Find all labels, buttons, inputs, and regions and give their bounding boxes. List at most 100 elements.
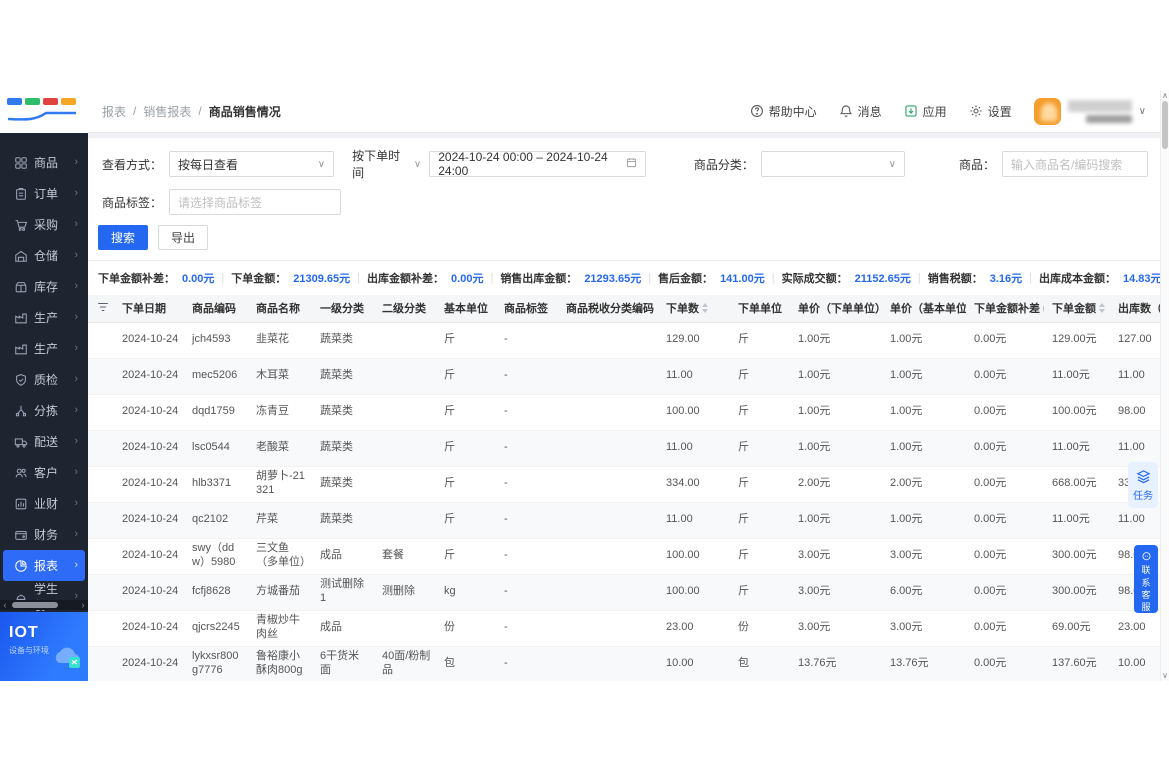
cell-cat1: 蔬菜类	[312, 502, 374, 539]
scroll-up-icon[interactable]: ∧	[1161, 91, 1169, 100]
table-row[interactable]: 2024-10-24 swy（ddw）5980 三文鱼（多单位） 成品 套餐斤 -100.…	[88, 538, 1160, 575]
column-label: 二级分类	[382, 303, 426, 316]
tag-select[interactable]: 请选择商品标签	[169, 189, 341, 215]
table-row[interactable]: 2024-10-24 mec5206 木耳菜 蔬菜类斤 -11.00 斤 1.00元 1.00…	[88, 358, 1160, 395]
chevron-right-icon: ›	[74, 435, 78, 447]
col-header-order_unit[interactable]: 下单单位	[730, 295, 790, 323]
sidebar-menu: 商品 › 订单 › 采购 › 仓储 › 库存 › 生产 › 生产 › 质检 › 分拣 › 配送 › 客户 › 业财 › 财务 › 报…	[0, 133, 88, 612]
help-center-button[interactable]: 帮助中心	[750, 103, 817, 120]
sidebar-item-report[interactable]: 报表 ›	[3, 550, 85, 581]
search-button[interactable]: 搜索	[98, 225, 149, 250]
chevron-right-icon: ›	[74, 280, 78, 292]
column-label: 出库数（下单单位）	[1118, 303, 1160, 316]
sidebar-item-label: 商品	[34, 156, 59, 170]
sidebar-item-bizfinance[interactable]: 业财 ›	[3, 488, 85, 519]
sidebar-item-customer[interactable]: 客户 ›	[3, 457, 85, 488]
col-header-tag[interactable]: 商品标签	[496, 295, 558, 323]
cell-amount: 137.60元	[1044, 646, 1110, 681]
column-label: 下单金额	[1052, 303, 1096, 316]
time-type-select[interactable]: 按下单时间 ∨	[352, 147, 421, 181]
cell-price_order: 1.00元	[790, 394, 882, 431]
sidebar-item-delivery[interactable]: 配送 ›	[3, 426, 85, 457]
col-header-qty[interactable]: 下单数	[658, 295, 730, 323]
scrollbar-thumb[interactable]	[1162, 101, 1168, 149]
table-row[interactable]: 2024-10-24 dqd1759 冻青豆 蔬菜类斤 -100.00 斤 1.00元 1.0…	[88, 394, 1160, 431]
cell-qty: 100.00	[658, 538, 730, 575]
cell-cat1: 6干货米面	[312, 646, 374, 681]
service-label: 联系客服	[1141, 565, 1151, 612]
sidebar-item-inventory[interactable]: 库存 ›	[3, 271, 85, 302]
sort-icon[interactable]	[1099, 303, 1105, 314]
col-header-makeup[interactable]: 下单金额补差?	[966, 295, 1044, 323]
cell-out_qty: 127.00	[1110, 322, 1160, 359]
sidebar-item-label: 分拣	[34, 404, 59, 418]
table-row[interactable]: 2024-10-24 qjcrs2245 青椒炒牛肉丝 成品份 -23.00 份 3.00元…	[88, 610, 1160, 647]
chevron-right-icon: ›	[74, 497, 78, 509]
iot-banner[interactable]: IOT 设备与环境	[0, 612, 88, 681]
apps-button[interactable]: 应用	[904, 103, 947, 120]
table-row[interactable]: 2024-10-24 hlb3371 胡萝卜-21321 蔬菜类斤 -334.00 斤 2.…	[88, 466, 1160, 503]
cell-tag: -	[496, 646, 558, 681]
sidebar-item-production2[interactable]: 生产 ›	[3, 333, 85, 364]
sidebar-item-order[interactable]: 订单 ›	[3, 178, 85, 209]
task-widget[interactable]: 任务	[1128, 462, 1158, 508]
col-header-price_order[interactable]: 单价（下单单位）?	[790, 295, 882, 323]
sidebar-item-sorting[interactable]: 分拣 ›	[3, 395, 85, 426]
table-row[interactable]: 2024-10-24 qc2102 芹菜 蔬菜类斤 -11.00 斤 1.00元 1.00元 0…	[88, 502, 1160, 539]
sidebar-item-finance[interactable]: 财务 ›	[3, 519, 85, 550]
user-menu[interactable]: ∨	[1033, 97, 1146, 125]
cell-amount: 668.00元	[1044, 466, 1110, 503]
col-header-code[interactable]: 商品编码	[184, 295, 248, 323]
customer-service-widget[interactable]: 联系客服	[1134, 545, 1158, 613]
sidebar-item-storage[interactable]: 仓储 ›	[3, 240, 85, 271]
date-range-picker[interactable]: 2024-10-24 00:00 – 2024-10-24 24:00	[429, 150, 646, 178]
cell-makeup: 0.00元	[966, 502, 1044, 539]
vertical-scrollbar[interactable]: ∧ ∨	[1160, 90, 1169, 681]
col-header-cat2[interactable]: 二级分类	[374, 295, 436, 323]
table-row[interactable]: 2024-10-24 jch4593 韭菜花 蔬菜类斤 -129.00 斤 1.00元 1.0…	[88, 322, 1160, 359]
cell-date: 2024-10-24	[114, 610, 184, 647]
view-mode-select[interactable]: 按每日查看 ∨	[169, 151, 335, 177]
col-header-_filter[interactable]	[88, 295, 114, 323]
table-row[interactable]: 2024-10-24 lykxsr800g7776 鲁裕康小酥肉800g 6干货米面 4…	[88, 646, 1160, 681]
table-body: 2024-10-24 jch4593 韭菜花 蔬菜类斤 -129.00 斤 1.00元 1.0…	[88, 322, 1160, 681]
col-header-unit[interactable]: 基本单位	[436, 295, 496, 323]
settings-button[interactable]: 设置	[969, 103, 1012, 120]
logo[interactable]	[0, 90, 88, 133]
messages-button[interactable]: 消息	[839, 103, 882, 120]
product-search-input[interactable]: 输入商品名/编码搜索	[1002, 151, 1148, 177]
sidebar-item-purchase[interactable]: 采购 ›	[3, 209, 85, 240]
cell-tax	[558, 430, 658, 467]
cell-qty: 10.00	[658, 646, 730, 681]
col-header-name[interactable]: 商品名称	[248, 295, 312, 323]
category-select[interactable]: ∨	[760, 151, 905, 177]
col-header-tax[interactable]: 商品税收分类编码	[558, 295, 658, 323]
sort-icon[interactable]	[702, 303, 708, 314]
scrollbar-thumb[interactable]	[12, 602, 58, 608]
scroll-down-icon[interactable]: ∨	[1161, 671, 1169, 680]
breadcrumb-item[interactable]: 报表	[102, 103, 126, 120]
cell-amount: 300.00元	[1044, 538, 1110, 575]
scroll-left-icon[interactable]: ‹	[0, 600, 10, 610]
cell-code: swy（ddw）5980	[184, 538, 248, 575]
col-header-date[interactable]: 下单日期	[114, 295, 184, 323]
export-button[interactable]: 导出	[158, 225, 209, 250]
sidebar-item-production[interactable]: 生产 ›	[3, 302, 85, 333]
breadcrumb-item[interactable]: 销售报表	[143, 103, 191, 120]
col-header-out_qty[interactable]: 出库数（下单单位）	[1110, 295, 1160, 323]
column-settings-icon[interactable]	[96, 300, 110, 317]
col-header-amount[interactable]: 下单金额	[1044, 295, 1110, 323]
sidebar-scrollbar[interactable]: ‹ ›	[0, 600, 88, 610]
sidebar-item-quality[interactable]: 质检 ›	[3, 364, 85, 395]
main-area: 报表 / 销售报表 / 商品销售情况 帮助中心 消息 应用 设置 ∨ 查看方式：…	[88, 90, 1169, 681]
table-row[interactable]: 2024-10-24 fcfj8628 方城番茄 测试删除1 测删除 kg - 100.00 斤…	[88, 574, 1160, 611]
col-header-price_base[interactable]: 单价（基本单位）	[882, 295, 966, 323]
cell-amount: 100.00元	[1044, 394, 1110, 431]
chevron-down-icon: ∨	[1138, 105, 1146, 117]
col-header-cat1[interactable]: 一级分类	[312, 295, 374, 323]
sidebar-item-goods[interactable]: 商品 ›	[3, 147, 85, 178]
breadcrumb-item[interactable]: 商品销售情况	[209, 103, 281, 120]
table-row[interactable]: 2024-10-24 lsc0544 老酸菜 蔬菜类斤 -11.00 斤 1.00元 1.00…	[88, 430, 1160, 467]
summary-value: 3.16元	[989, 273, 1023, 285]
scroll-right-icon[interactable]: ›	[78, 600, 88, 610]
